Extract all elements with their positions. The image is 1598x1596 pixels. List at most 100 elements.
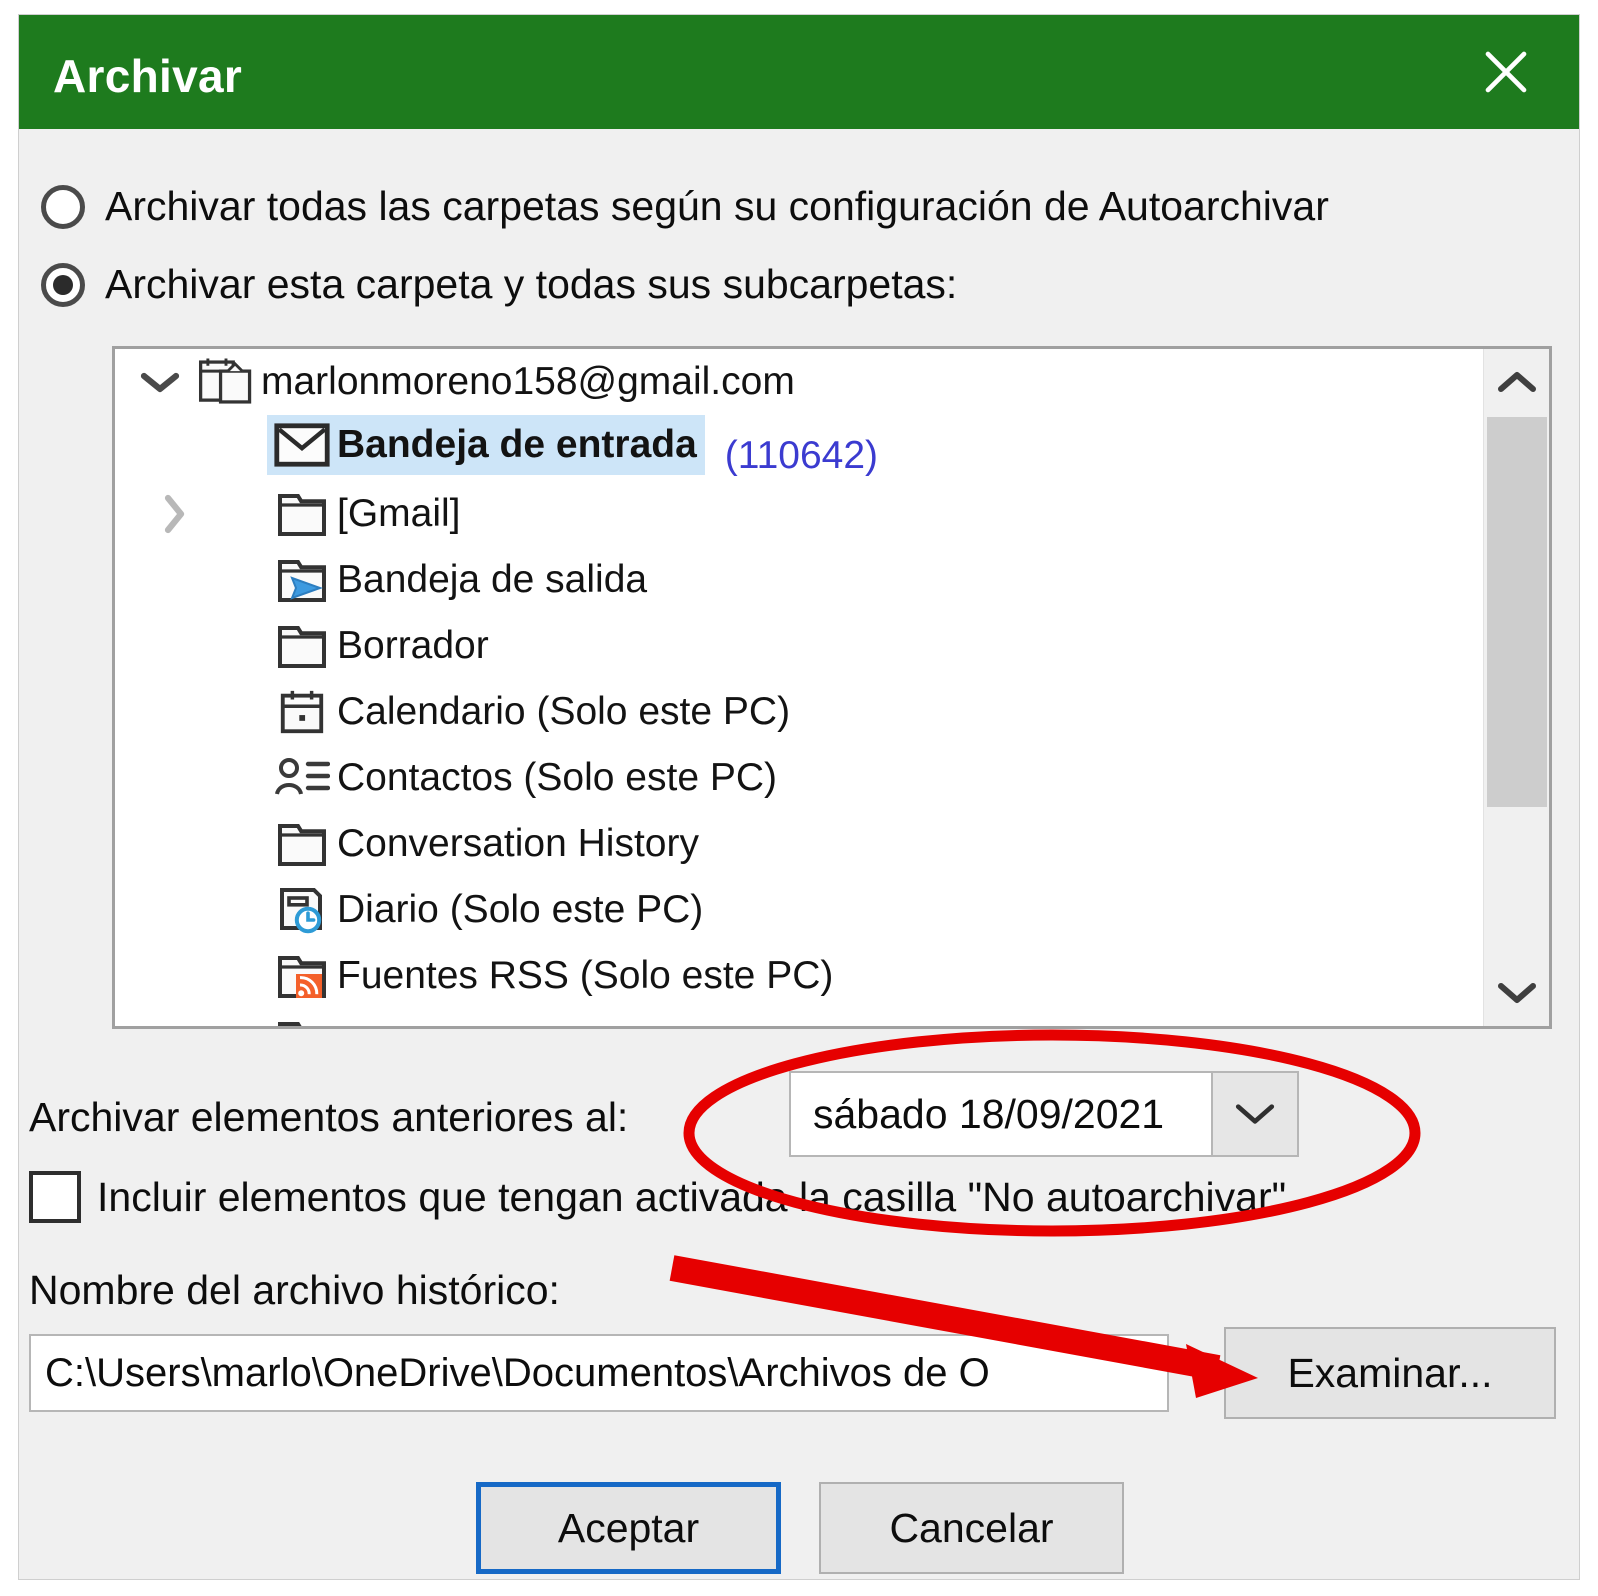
archive-file-label: Nombre del archivo histórico: (29, 1267, 560, 1313)
browse-button[interactable]: Examinar... (1224, 1327, 1556, 1419)
radio-indicator-unchecked (41, 184, 85, 229)
archive-file-path-input[interactable]: C:\Users\marlo\OneDrive\Documentos\Archi… (29, 1334, 1169, 1412)
archive-dialog: Archivar Archivar todas las carpetas seg… (18, 14, 1580, 1580)
chevron-right-icon-toggle[interactable] (143, 481, 205, 547)
envelope-icon (274, 423, 330, 467)
include-no-autoarchive-checkbox[interactable] (29, 1171, 81, 1223)
journal-clock-icon (280, 888, 322, 934)
scrollbar-up-button[interactable] (1484, 349, 1549, 415)
calendar-icon (280, 690, 324, 734)
tree-item-8[interactable]: Diario (Solo este PC) (115, 877, 1483, 943)
tree-item-4[interactable]: Borrador (115, 613, 1483, 679)
radio-archive-all-folders-label: Archivar todas las carpetas según su con… (105, 183, 1329, 229)
tree-item-3[interactable]: Bandeja de salida (115, 547, 1483, 613)
outbox-icon (278, 560, 326, 602)
tree-item-content: marlonmoreno158@gmail.com (191, 349, 795, 415)
tree-item-1[interactable]: Bandeja de entrada (110642) (115, 415, 1483, 481)
folder-icon (278, 824, 326, 866)
tree-item-label: Bandeja de salida (337, 558, 648, 601)
contacts-icon (267, 745, 337, 811)
tree-item-content: Borrador (267, 613, 489, 679)
folder-icon (267, 613, 337, 679)
account-mailbox-icon (198, 358, 252, 404)
archive-date-dropdown-button[interactable] (1213, 1071, 1299, 1157)
include-no-autoarchive-label: Incluir elementos que tengan activada la… (97, 1173, 1287, 1220)
archive-date-value[interactable]: sábado 18/09/2021 (789, 1071, 1213, 1157)
radio-archive-this-folder[interactable]: Archivar esta carpeta y todas sus subcar… (41, 261, 957, 308)
folder-icon (267, 1009, 337, 1026)
folder-icon (267, 481, 337, 547)
outbox-icon (267, 547, 337, 613)
radio-archive-all-folders[interactable]: Archivar todas las carpetas según su con… (41, 183, 1329, 230)
folder-tree[interactable]: marlonmoreno158@gmail.com Bandeja de entr… (112, 346, 1552, 1029)
tree-item-label: Bandeja de entrada (337, 423, 697, 466)
tree-item-content: Fuentes RSS (Solo este PC) (267, 943, 833, 1009)
folder-tree-items: marlonmoreno158@gmail.com Bandeja de entr… (115, 349, 1483, 1026)
journal-clock-icon (267, 877, 337, 943)
tree-item-2[interactable]: [Gmail] (115, 481, 1483, 547)
chevron-up-icon (1497, 372, 1536, 392)
tree-item-content: Diario (Solo este PC) (267, 877, 703, 943)
chevron-down-icon (140, 372, 180, 393)
folder-icon (267, 811, 337, 877)
tree-item-label: Fuentes RSS (Solo este PC) (337, 954, 834, 997)
tree-item-6[interactable]: Contactos (Solo este PC) (115, 745, 1483, 811)
chevron-down-icon-toggle[interactable] (129, 349, 191, 415)
cancel-button[interactable]: Cancelar (819, 1482, 1124, 1574)
tree-item-9[interactable]: Fuentes RSS (Solo este PC) (115, 943, 1483, 1009)
envelope-icon (267, 412, 337, 478)
scrollbar-thumb[interactable] (1487, 417, 1547, 807)
tree-item-label: Contactos (Solo este PC) (337, 756, 778, 799)
rss-folder-icon (278, 956, 326, 998)
tree-item-content: Bandeja de salida (267, 547, 647, 613)
folder-icon (278, 626, 326, 668)
account-mailbox-icon (191, 349, 261, 415)
folder-tree-scrollbar[interactable] (1483, 349, 1549, 1026)
tree-item-label: Diario (Solo este PC) (337, 888, 704, 931)
dialog-titlebar: Archivar (19, 15, 1579, 129)
include-no-autoarchive-checkbox-row[interactable]: Incluir elementos que tengan activada la… (29, 1171, 1286, 1223)
tree-item-label: Borrador (337, 624, 489, 667)
tree-item-count: (110642) (724, 434, 879, 477)
close-button[interactable] (1451, 15, 1561, 129)
archive-date-combobox[interactable]: sábado 18/09/2021 (789, 1071, 1299, 1157)
screenshot-root: Archivar Archivar todas las carpetas seg… (0, 0, 1598, 1596)
folder-icon (278, 1022, 302, 1026)
tree-item-partial[interactable] (115, 1009, 1483, 1026)
ok-button[interactable]: Aceptar (476, 1482, 781, 1574)
rss-folder-icon (267, 943, 337, 1009)
calendar-icon (267, 679, 337, 745)
tree-item-5[interactable]: Calendario (Solo este PC) (115, 679, 1483, 745)
tree-item-content: Contactos (Solo este PC) (267, 745, 777, 811)
tree-item-label: [Gmail] (337, 492, 461, 535)
chevron-down-icon (1497, 983, 1536, 1003)
tree-item-label: marlonmoreno158@gmail.com (261, 360, 795, 403)
tree-item-7[interactable]: Conversation History (115, 811, 1483, 877)
chevron-down-icon (1235, 1104, 1275, 1124)
folder-icon (278, 494, 326, 536)
tree-item-0[interactable]: marlonmoreno158@gmail.com (115, 349, 1483, 415)
tree-item-label: Calendario (Solo este PC) (337, 690, 791, 733)
scrollbar-down-button[interactable] (1484, 960, 1549, 1026)
tree-item-content: [Gmail] (267, 481, 461, 547)
close-icon (1485, 51, 1527, 93)
contacts-icon (275, 758, 330, 795)
